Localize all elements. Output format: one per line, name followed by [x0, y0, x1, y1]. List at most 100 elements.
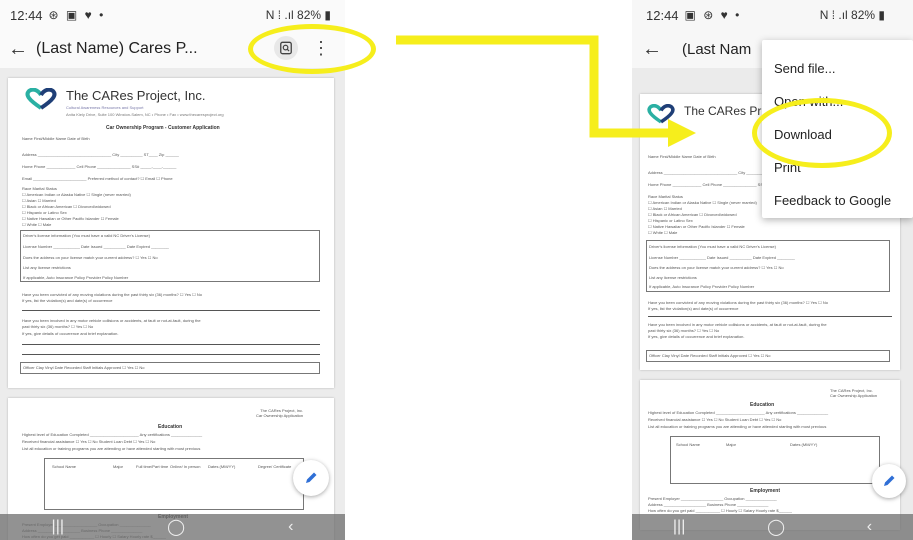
form-line: Have you been involved in any motor vehi…	[648, 322, 827, 327]
form-line: Race Marital Status	[648, 194, 683, 199]
form-line: If applicable, Auto Insurance Policy Pro…	[649, 284, 755, 289]
form-line: If yes, list the violation(s) and date(s…	[22, 298, 113, 303]
form-line: List all education or training programs …	[22, 446, 201, 451]
table-header: School Name	[676, 442, 701, 447]
school-table	[670, 436, 880, 484]
form-line: ☐ American Indian or Alaska Native ☐ Sin…	[22, 192, 131, 197]
divider	[648, 316, 892, 317]
document-page-2: The CARes Project, Inc. Car Ownership Ap…	[640, 380, 900, 530]
document-page-1: The CARes Project, Inc. Cultural Awarene…	[8, 78, 334, 388]
form-line: ☐ Black or African American ☐ Divorced/w…	[648, 212, 737, 217]
form-line: Officer Clay Vinyl Date Recorded Staff I…	[23, 365, 145, 370]
form-line: Email ________________________ Preferred…	[22, 176, 173, 181]
form-line: List any license restrictions	[23, 265, 71, 270]
form-line: Driver's license information (You must h…	[23, 233, 150, 238]
system-nav-bar: ||| ◯ ‹	[0, 514, 345, 540]
org-address: Anita Kiely Drive, Suite 100 Winston-Sal…	[66, 112, 224, 117]
org-name: The CARes Pr	[684, 104, 762, 118]
page2-header: The CARes Project, Inc. Car Ownership Ap…	[830, 388, 878, 398]
form-line: If yes, give details of occurrence and b…	[648, 334, 745, 339]
system-nav-bar: ||| ◯ ‹	[632, 514, 913, 540]
form-line: Officer Clay Vinyl Date Recorded Staff I…	[649, 353, 771, 358]
pen-icon	[306, 472, 317, 483]
cares-logo-icon	[25, 88, 57, 110]
form-line: Highest level of Education Completed ___…	[22, 432, 203, 437]
battery-signal-icons: N ⁞ .ıl 82% ▮	[265, 8, 331, 22]
form-line: past thirty six (36) months? ☐ Yes ☐ No	[648, 328, 720, 333]
form-line: ☐ Asian ☐ Married	[648, 206, 682, 211]
battery-signal-icons: N ⁞ .ıl 82% ▮	[819, 8, 885, 22]
form-line: License Number ____________ Date Issued …	[649, 255, 795, 260]
form-line: Have you been convicted of any moving vi…	[22, 292, 202, 297]
home-icon[interactable]: ◯	[167, 517, 185, 537]
document-title: (Last Nam	[682, 40, 752, 58]
table-header: Major	[726, 442, 737, 447]
form-line: ☐ Hispanic or Latino Sex	[22, 210, 67, 215]
form-line: Name First/Middle Name Date of Birth	[648, 154, 716, 159]
divider	[22, 344, 320, 345]
table-header: Online/ In person	[170, 464, 201, 469]
table-header: Dates (MM/YY)	[208, 464, 236, 469]
table-header: Full time/Part time	[136, 464, 169, 469]
notification-icons: ⊛ ▣ ♥ •	[48, 8, 106, 22]
form-line: Address ___________________ Business Pho…	[648, 502, 769, 507]
form-line: How often do you get paid ___________ ☐ …	[648, 508, 792, 513]
form-line: ☐ Native Hawaiian or Other Pacific Islan…	[648, 224, 745, 229]
edit-fab-button[interactable]	[872, 464, 906, 498]
back-arrow-icon[interactable]: ←	[632, 38, 672, 61]
form-line: ☐ Native Hawaiian or Other Pacific Islan…	[22, 216, 119, 221]
form-line: Does the address on your license match y…	[23, 255, 158, 260]
form-line: Name First/Middle Name Date of Birth	[22, 136, 90, 141]
pen-icon	[884, 475, 895, 486]
back-nav-icon[interactable]: ‹	[288, 518, 293, 536]
status-time: 12:44	[646, 7, 679, 23]
highlight-circle-download	[752, 98, 892, 168]
divider	[22, 354, 320, 355]
form-line: List all education or training programs …	[648, 424, 827, 429]
form-line: ☐ Black or African American ☐ Divorced/w…	[22, 204, 111, 209]
form-line: Have you been convicted of any moving vi…	[648, 300, 828, 305]
cares-logo-icon	[647, 104, 675, 124]
employment-title: Employment	[750, 488, 781, 494]
recents-icon[interactable]: |||	[673, 518, 685, 536]
form-line: Address ________________________________…	[22, 152, 179, 157]
document-title: (Last Name) Cares P...	[36, 40, 198, 57]
table-header: Dates (MM/YY)	[790, 442, 818, 447]
form-line: ☐ Hispanic or Latino Sex	[648, 218, 693, 223]
page2-header: The CARes Project, Inc. Car Ownership Ap…	[256, 408, 304, 418]
back-nav-icon[interactable]: ‹	[867, 518, 872, 536]
home-icon[interactable]: ◯	[767, 517, 785, 537]
form-line: Does the address on your license match y…	[649, 265, 784, 270]
back-arrow-icon[interactable]: ←	[0, 38, 36, 61]
document-viewer[interactable]: The CARes Project, Inc. Cultural Awarene…	[0, 68, 345, 540]
notification-icons: ▣ ⊛ ♥ •	[684, 8, 742, 22]
education-title: Education	[750, 402, 775, 408]
highlight-circle-menu	[248, 24, 376, 74]
education-title: Education	[158, 424, 183, 430]
org-name: The CARes Project, Inc.	[66, 88, 206, 103]
form-line: Received financial assistance ☐ Yes ☐ No…	[22, 439, 156, 444]
form-line: past thirty six (36) months? ☐ Yes ☐ No	[22, 324, 94, 329]
form-line: ☐ White ☐ Male	[22, 222, 52, 227]
menu-item-send-file[interactable]: Send file...	[774, 61, 835, 76]
phone-screenshot-left: 12:44 ⊛ ▣ ♥ • N ⁞ .ıl 82% ▮ ← (Last Name…	[0, 0, 345, 540]
status-bar: 12:44 ▣ ⊛ ♥ • N ⁞ .ıl 82% ▮	[632, 0, 913, 30]
form-line: Driver's license information (You must h…	[649, 244, 776, 249]
form-line: Highest level of Education Completed ___…	[648, 410, 829, 415]
form-line: ☐ White ☐ Male	[648, 230, 678, 235]
table-header: Degree/ Certificate	[258, 464, 292, 469]
form-line: If yes, list the violation(s) and date(s…	[648, 306, 739, 311]
table-header: School Name	[52, 464, 77, 469]
menu-item-feedback[interactable]: Feedback to Google	[774, 193, 891, 208]
form-line: List any license restrictions	[649, 275, 697, 280]
recents-icon[interactable]: |||	[52, 518, 64, 536]
phone-screenshot-right: 12:44 ▣ ⊛ ♥ • N ⁞ .ıl 82% ▮ ← (Last Nam …	[632, 0, 913, 540]
form-line: Have you been involved in any motor vehi…	[22, 318, 201, 323]
form-title: Car Ownership Program - Customer Applica…	[106, 125, 220, 131]
form-line: License Number ____________ Date Issued …	[23, 244, 169, 249]
edit-fab-button[interactable]	[293, 460, 329, 496]
status-time: 12:44	[10, 7, 43, 23]
form-line: If applicable, Auto Insurance Policy Pro…	[23, 275, 129, 280]
org-subtitle: Cultural Awareness Resources and Support	[66, 105, 144, 110]
form-line: Race Marital Status	[22, 186, 57, 191]
